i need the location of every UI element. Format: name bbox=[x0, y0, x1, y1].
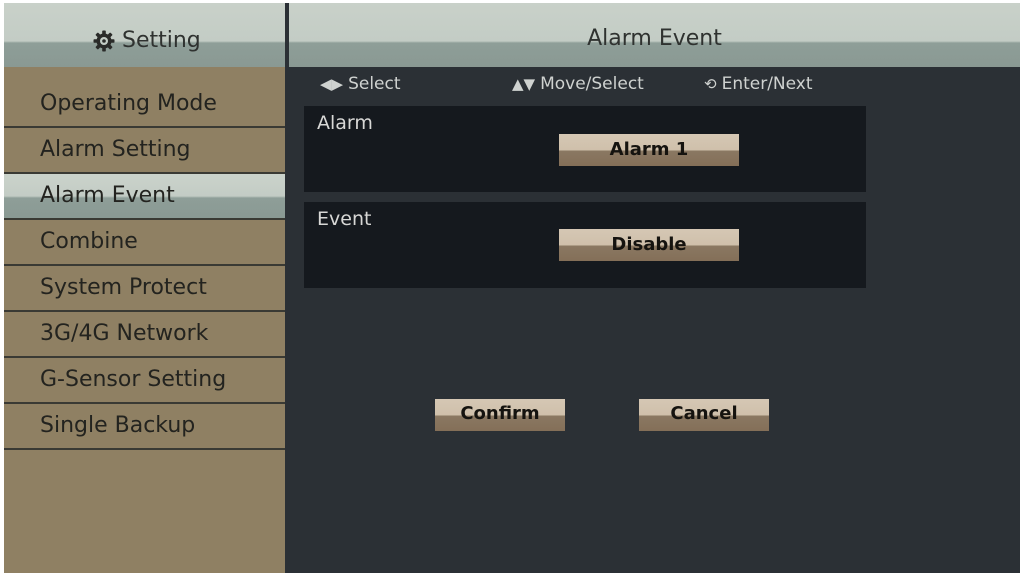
sidebar-title-text: Setting bbox=[122, 28, 201, 53]
confirm-button[interactable]: Confirm bbox=[435, 399, 565, 431]
sidebar-item-label: Alarm Event bbox=[40, 183, 175, 208]
sidebar-item-label: Combine bbox=[40, 229, 138, 254]
sidebar-item-label: Operating Mode bbox=[40, 91, 217, 116]
left-right-arrows-icon: ◀▶ bbox=[320, 75, 344, 93]
event-label: Event bbox=[317, 208, 372, 230]
hint-label: Select bbox=[348, 74, 401, 94]
event-select[interactable]: Disable bbox=[559, 229, 739, 261]
event-panel: Event Disable bbox=[304, 202, 866, 288]
sidebar-header: Setting bbox=[4, 3, 285, 67]
sidebar-item-3g-4g-network[interactable]: 3G/4G Network bbox=[4, 312, 285, 358]
sidebar-item-combine[interactable]: Combine bbox=[4, 220, 285, 266]
hint-label: Move/Select bbox=[540, 74, 644, 94]
alarm-panel: Alarm Alarm 1 bbox=[304, 106, 866, 192]
sidebar-item-label: Single Backup bbox=[40, 413, 196, 438]
sidebar-item-alarm-setting[interactable]: Alarm Setting bbox=[4, 128, 285, 174]
up-down-arrows-icon: ▲▼ bbox=[512, 75, 536, 93]
enter-next-icon: ⟲ bbox=[704, 75, 717, 93]
cancel-button[interactable]: Cancel bbox=[639, 399, 769, 431]
sidebar-item-operating-mode[interactable]: Operating Mode bbox=[4, 82, 285, 128]
gear-icon bbox=[92, 29, 116, 53]
sidebar-item-label: Alarm Setting bbox=[40, 137, 191, 162]
sidebar-item-label: 3G/4G Network bbox=[40, 321, 209, 346]
hint-move-select: ▲▼ Move/Select bbox=[512, 74, 644, 94]
sidebar-item-g-sensor-setting[interactable]: G-Sensor Setting bbox=[4, 358, 285, 404]
sidebar-item-label: G-Sensor Setting bbox=[40, 367, 227, 392]
hint-select: ◀▶ Select bbox=[320, 74, 401, 94]
hint-enter-next: ⟲ Enter/Next bbox=[704, 74, 813, 94]
main-header: Alarm Event bbox=[289, 3, 1020, 67]
alarm-label: Alarm bbox=[317, 112, 373, 134]
hint-label: Enter/Next bbox=[721, 74, 813, 94]
sidebar-item-alarm-event[interactable]: Alarm Event bbox=[4, 174, 285, 220]
sidebar-item-system-protect[interactable]: System Protect bbox=[4, 266, 285, 312]
sidebar-title: Setting bbox=[92, 28, 201, 53]
sidebar-item-label: System Protect bbox=[40, 275, 207, 300]
sidebar-item-single-backup[interactable]: Single Backup bbox=[4, 404, 285, 450]
page-title: Alarm Event bbox=[587, 26, 722, 51]
sidebar: Setting Operating Mode Alarm Setting Ala… bbox=[4, 3, 285, 573]
alarm-select[interactable]: Alarm 1 bbox=[559, 134, 739, 166]
